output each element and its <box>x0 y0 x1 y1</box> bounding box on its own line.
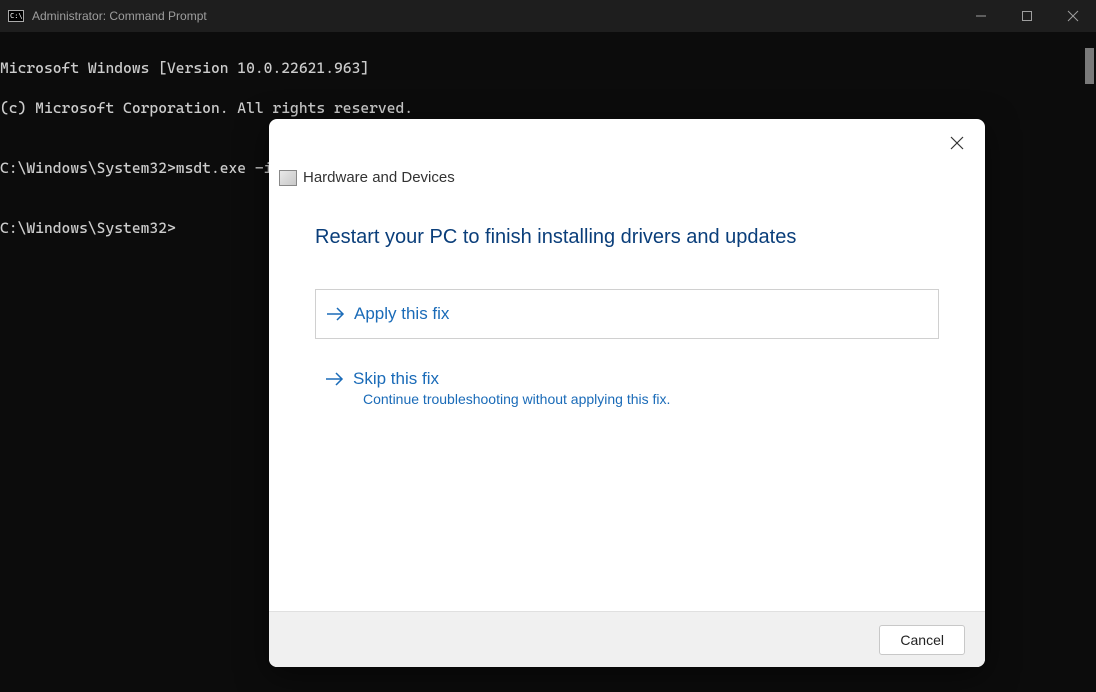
terminal-line: Microsoft Windows [Version 10.0.22621.96… <box>0 58 1096 78</box>
cmd-icon: C:\ <box>8 8 24 24</box>
arrow-right-icon <box>325 371 345 387</box>
dialog-main-title: Restart your PC to finish installing dri… <box>315 226 939 249</box>
hardware-icon <box>279 170 297 186</box>
dialog-close-button[interactable] <box>941 127 973 159</box>
scrollbar-thumb[interactable] <box>1085 48 1094 84</box>
svg-text:C:\: C:\ <box>10 12 23 20</box>
dialog-footer: Cancel <box>269 611 985 667</box>
skip-fix-subtitle: Continue troubleshooting without applyin… <box>363 391 929 407</box>
close-button[interactable] <box>1050 0 1096 32</box>
dialog-body: Restart your PC to finish installing dri… <box>269 186 985 611</box>
dialog-header-title: Hardware and Devices <box>303 169 455 186</box>
cancel-button[interactable]: Cancel <box>879 625 965 655</box>
apply-fix-option[interactable]: Apply this fix <box>315 289 939 339</box>
maximize-button[interactable] <box>1004 0 1050 32</box>
minimize-button[interactable] <box>958 0 1004 32</box>
troubleshooter-dialog: Hardware and Devices Restart your PC to … <box>269 119 985 667</box>
apply-fix-label: Apply this fix <box>354 304 449 324</box>
window-titlebar: C:\ Administrator: Command Prompt <box>0 0 1096 32</box>
dialog-header: Hardware and Devices <box>269 119 985 186</box>
skip-fix-option[interactable]: Skip this fix Continue troubleshooting w… <box>315 355 939 421</box>
window-controls <box>958 0 1096 32</box>
window-title: Administrator: Command Prompt <box>32 9 207 23</box>
arrow-right-icon <box>326 306 346 322</box>
terminal-line: (c) Microsoft Corporation. All rights re… <box>0 98 1096 118</box>
skip-fix-label: Skip this fix <box>353 369 439 389</box>
